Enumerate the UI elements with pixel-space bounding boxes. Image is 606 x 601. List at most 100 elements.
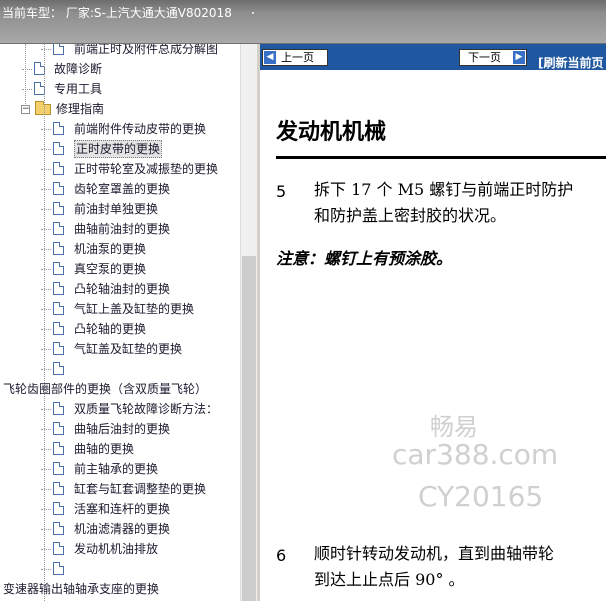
tree-item-label: 曲轴后油封的更换 — [74, 422, 171, 436]
tree-item-label: 正时皮带的更换 — [74, 140, 163, 158]
tree-item[interactable]: 飞轮齿圈部件的更换（含双质量飞轮） — [0, 379, 240, 399]
tree-item[interactable]: 发动机机油排放 — [0, 539, 240, 559]
tree-item-label: 前主轴承的更换 — [74, 462, 159, 476]
tree-connector — [41, 209, 51, 210]
tree-item[interactable]: 故障诊断 — [0, 59, 240, 79]
document-icon — [53, 402, 64, 415]
tree-item-label: 活塞和连杆的更换 — [74, 502, 171, 516]
tree-item[interactable]: 曲轴前油封的更换 — [0, 219, 240, 239]
tree-item[interactable]: 正时皮带的更换 — [0, 139, 240, 159]
tree-item-label: 专用工具 — [54, 82, 103, 96]
tree-connector — [41, 569, 51, 570]
step-text-line: 到达上止点后 90° 。 — [314, 570, 465, 589]
tree-item[interactable]: 凸轮轴油封的更换 — [0, 279, 240, 299]
folder-icon — [35, 101, 51, 115]
document-icon — [53, 302, 64, 315]
document-icon — [53, 44, 64, 55]
tree-scrollbar-thumb[interactable] — [242, 256, 256, 601]
tree-connector — [41, 329, 51, 330]
tree-scrollbar[interactable] — [240, 44, 257, 601]
tree-item[interactable]: 气缸上盖及缸垫的更换 — [0, 299, 240, 319]
tree-item[interactable]: 气缸盖及缸垫的更换 — [0, 339, 240, 359]
tree-item-label: 缸套与缸套调整垫的更换 — [74, 482, 207, 496]
tree-item[interactable]: 前端正时及附件总成分解图 — [0, 44, 240, 59]
tree-item[interactable]: 双质量飞轮故障诊断方法： — [0, 399, 240, 419]
tree-item-label: 齿轮室罩盖的更换 — [74, 182, 171, 196]
step-text-line: 和防护盖上密封胶的状况。 — [314, 206, 507, 225]
tree-item-label: 前端正时及附件总成分解图 — [74, 44, 219, 56]
step-text-line: 拆下 17 个 M5 螺钉与前端正时防护 — [314, 180, 574, 199]
prev-page-label: 上一页 — [281, 51, 314, 64]
document-icon — [53, 222, 64, 235]
tree-item[interactable]: 凸轮轴的更换 — [0, 319, 240, 339]
document-icon — [53, 202, 64, 215]
document-icon — [53, 362, 64, 375]
tree-item[interactable]: 活塞和连杆的更换 — [0, 499, 240, 519]
content-pane: ◀ 上一页 下一页 ▶ [刷新当前页 发动机机械 5 拆下 17 个 M5 螺钉… — [260, 44, 606, 601]
tree-item[interactable]: 机油滤清器的更换 — [0, 519, 240, 539]
tree-item[interactable]: 曲轴的更换 — [0, 439, 240, 459]
tree-item-label: 正时带轮室及减振垫的更换 — [74, 162, 219, 176]
tree-item[interactable]: 曲轴后油封的更换 — [0, 419, 240, 439]
tree-item-label: 飞轮齿圈部件的更换（含双质量飞轮） — [3, 382, 208, 396]
tree-item-label: 曲轴的更换 — [74, 442, 135, 456]
tree-item[interactable]: 正时带轮室及减振垫的更换 — [0, 159, 240, 179]
tree-connector — [41, 469, 51, 470]
document-icon — [53, 322, 64, 335]
tree-connector — [41, 129, 51, 130]
tree-connector — [41, 189, 51, 190]
window-title-bar: 当前车型： 厂家:S-上汽大通大通V802018 — [0, 0, 606, 44]
tree-item-label: 曲轴前油封的更换 — [74, 222, 171, 236]
tree-item[interactable]: 专用工具 — [0, 79, 240, 99]
tree-connector — [44, 44, 45, 601]
step-number: 6 — [276, 546, 287, 565]
tree-item[interactable] — [0, 359, 240, 379]
tree-item-label: 真空泵的更换 — [74, 262, 147, 276]
document-icon — [53, 482, 64, 495]
next-page-button[interactable]: 下一页 ▶ — [459, 49, 527, 66]
step-text-line: 顺时针转动发动机，直到曲轴带轮 — [314, 544, 555, 563]
tree-connector — [41, 49, 51, 50]
tree-item[interactable]: 前端附件传动皮带的更换 — [0, 119, 240, 139]
tree-item-label: 机油泵的更换 — [74, 242, 147, 256]
tree-connector — [41, 229, 51, 230]
note-text: 注意：螺钉上有预涂胶。 — [276, 249, 453, 268]
refresh-page-link[interactable]: [刷新当前页 — [538, 54, 604, 71]
document-icon — [53, 422, 64, 435]
watermark-text: car388.com — [392, 438, 559, 471]
tree-connector — [41, 409, 51, 410]
tree-item-label: 发动机机油排放 — [74, 542, 159, 556]
tree-item[interactable]: 变速器输出轴轴承支座的更换 — [0, 579, 240, 599]
tree-connector — [41, 549, 51, 550]
tree-item[interactable]: 真空泵的更换 — [0, 259, 240, 279]
document-icon — [53, 462, 64, 475]
tree-connector — [41, 449, 51, 450]
tree-item-label: 凸轮轴的更换 — [74, 322, 147, 336]
prev-page-button[interactable]: ◀ 上一页 — [262, 49, 328, 66]
tree-item[interactable] — [0, 559, 240, 579]
tree-item[interactable]: 前主轴承的更换 — [0, 459, 240, 479]
tree-item-label: 机油滤清器的更换 — [74, 522, 171, 536]
tree-connector — [41, 289, 51, 290]
tree-connector — [41, 509, 51, 510]
tree-item-label: 故障诊断 — [54, 62, 103, 76]
tree-item-label: 凸轮轴油封的更换 — [74, 282, 171, 296]
watermark-text: 畅易 — [430, 413, 478, 441]
tree-connector — [41, 249, 51, 250]
collapse-icon[interactable]: − — [21, 105, 30, 114]
tree-item-label: 双质量飞轮故障诊断方法： — [74, 402, 219, 416]
document-icon — [53, 562, 64, 575]
document-icon — [53, 282, 64, 295]
tree-folder-item[interactable]: − 修理指南 — [0, 99, 240, 119]
tree-connector — [41, 429, 51, 430]
document-icon — [53, 262, 64, 275]
tree-item-label: 前端附件传动皮带的更换 — [74, 122, 207, 136]
tree-connector — [41, 349, 51, 350]
tree-item[interactable]: 齿轮室罩盖的更换 — [0, 179, 240, 199]
tree-item[interactable]: 机油泵的更换 — [0, 239, 240, 259]
navigation-tree[interactable]: 前端正时及附件总成分解图故障诊断专用工具 − 修理指南前端附件传动皮带的更换正时皮带… — [0, 44, 240, 601]
tree-item[interactable]: 前油封单独更换 — [0, 199, 240, 219]
tree-item[interactable]: 缸套与缸套调整垫的更换 — [0, 479, 240, 499]
title-separator-dot — [252, 12, 254, 14]
tree-connector — [41, 149, 51, 150]
